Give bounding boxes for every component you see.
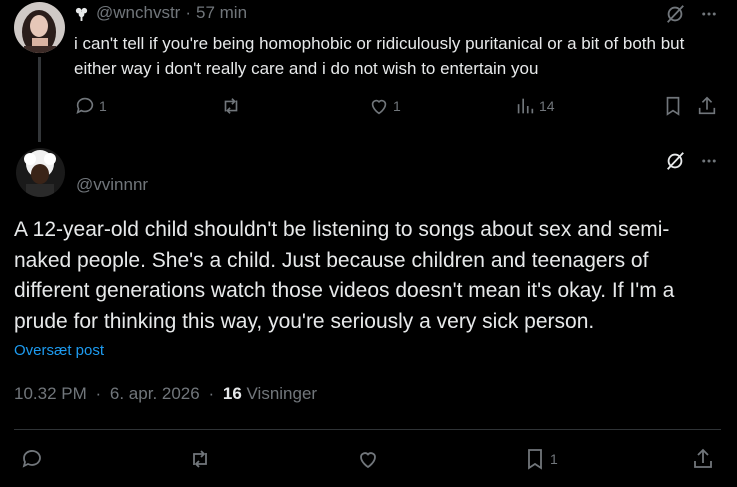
parent-post-actions: 1 1 14 <box>74 93 724 119</box>
views-label: Visninger <box>246 384 318 403</box>
heart-icon <box>356 447 380 471</box>
more-options-icon[interactable] <box>700 152 718 170</box>
flower-badge-icon <box>74 5 91 22</box>
share-button[interactable] <box>696 93 718 119</box>
views-button[interactable]: 14 <box>514 93 555 119</box>
avatar-wnchvstr[interactable] <box>14 2 65 53</box>
analytics-icon <box>514 95 536 117</box>
bookmark-icon <box>523 447 547 471</box>
bookmark-button[interactable]: 1 <box>523 444 558 474</box>
meta-separator: · <box>208 384 215 403</box>
reply-icon <box>74 95 96 117</box>
post-time[interactable]: 10.32 PM <box>14 384 87 403</box>
heart-icon <box>368 95 390 117</box>
translate-post-link[interactable]: Oversæt post <box>14 342 104 359</box>
like-button[interactable] <box>356 444 380 474</box>
bookmark-icon <box>662 95 684 117</box>
repost-icon <box>220 95 242 117</box>
repost-icon <box>188 447 212 471</box>
reply-button[interactable] <box>20 444 44 474</box>
bookmark-count: 1 <box>550 451 558 467</box>
post-thread-view: @wnchvstr · 57 min i can't tell if you'r… <box>0 0 737 487</box>
parent-post-top-actions <box>664 3 718 25</box>
grok-icon[interactable] <box>664 150 686 172</box>
divider <box>14 429 721 430</box>
main-post-top-actions <box>664 150 718 172</box>
main-handle[interactable]: @vvinnnr <box>76 175 148 195</box>
parent-post-text: i can't tell if you're being homophobic … <box>74 34 685 78</box>
more-options-icon[interactable] <box>700 5 718 23</box>
repost-button[interactable] <box>188 444 212 474</box>
main-post-text: A 12-year-old child shouldn't be listeni… <box>14 218 675 333</box>
parent-post-time[interactable]: 57 min <box>196 3 247 23</box>
parent-post-header: @wnchvstr · 57 min <box>74 3 247 23</box>
post-date[interactable]: 6. apr. 2026 <box>110 384 200 403</box>
share-icon <box>691 447 715 471</box>
like-button[interactable]: 1 <box>368 93 401 119</box>
parent-handle[interactable]: @wnchvstr <box>96 3 180 23</box>
main-post-actions: 1 <box>14 444 724 474</box>
like-count: 1 <box>393 98 401 114</box>
repost-button[interactable] <box>220 93 245 119</box>
bookmark-button[interactable] <box>662 93 684 119</box>
reply-count: 1 <box>99 98 107 114</box>
thread-connector-line <box>38 57 41 142</box>
reply-button[interactable]: 1 <box>74 93 107 119</box>
share-icon <box>696 95 718 117</box>
views-count: 14 <box>539 98 555 114</box>
meta-separator: · <box>95 384 102 403</box>
reply-icon <box>20 447 44 471</box>
share-button[interactable] <box>691 444 715 474</box>
post-metadata: 10.32 PM · 6. apr. 2026 · 16 Visninger <box>14 384 317 404</box>
grok-icon[interactable] <box>664 3 686 25</box>
avatar-vvinnnr[interactable] <box>16 148 65 197</box>
header-separator: · <box>185 3 191 22</box>
views-count: 16 <box>222 384 242 403</box>
